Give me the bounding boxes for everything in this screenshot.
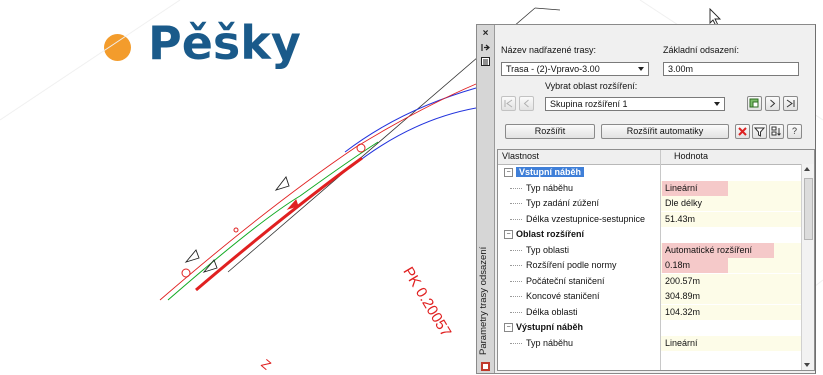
property-value[interactable]: 200.57m bbox=[665, 276, 700, 286]
grid-property-row[interactable]: Typ zadání zúžení Dle délky bbox=[498, 196, 802, 211]
grid-property-row[interactable]: Typ náběhu Lineární bbox=[498, 335, 802, 351]
blue-offset-alignment bbox=[349, 107, 477, 169]
scroll-up-icon[interactable] bbox=[804, 167, 810, 171]
widening-region-dropdown[interactable]: Skupina rozšíření 1 bbox=[545, 97, 725, 111]
scroll-down-icon[interactable] bbox=[804, 363, 810, 367]
green-alignment bbox=[167, 141, 379, 301]
region-settings-button[interactable] bbox=[747, 96, 762, 111]
tree-connector bbox=[510, 280, 522, 282]
property-name: Typ oblasti bbox=[526, 244, 570, 255]
property-value[interactable]: Dle délky bbox=[665, 198, 702, 208]
property-value[interactable]: 104.32m bbox=[665, 307, 700, 317]
tree-connector bbox=[510, 265, 522, 266]
tree-connector bbox=[510, 203, 522, 204]
grid-scrollbar[interactable] bbox=[801, 164, 814, 370]
grip-circle bbox=[181, 268, 191, 278]
palette-app-icon bbox=[480, 361, 491, 372]
property-name: Počáteční staničení bbox=[526, 275, 605, 286]
properties-menu-icon[interactable] bbox=[480, 56, 491, 67]
grid-property-row[interactable]: Typ oblasti Automatické rozšíření bbox=[498, 242, 802, 258]
property-name: Délka vzestupnice-sestupnice bbox=[526, 213, 646, 224]
property-name: Rozšíření podle normy bbox=[526, 260, 617, 270]
palette-content: Název nadřazené trasy: Trasa - (2)-Vprav… bbox=[495, 25, 815, 373]
property-name: Oblast rozšíření bbox=[516, 229, 585, 239]
base-offset-field[interactable]: 3.00m bbox=[663, 62, 799, 76]
filter-icon[interactable] bbox=[752, 124, 767, 139]
help-button[interactable]: ? bbox=[787, 124, 802, 139]
parent-alignment-label: Název nadřazené trasy: bbox=[501, 45, 597, 55]
tree-connector bbox=[510, 218, 522, 220]
direction-arrow bbox=[274, 176, 290, 191]
grip-circle bbox=[356, 143, 366, 153]
scrollbar-thumb[interactable] bbox=[804, 178, 813, 240]
construction-line bbox=[0, 0, 181, 121]
tangent-line-2 bbox=[534, 7, 561, 11]
column-header-value: Hodnota bbox=[674, 151, 709, 161]
collapse-toggle-icon[interactable]: − bbox=[504, 230, 513, 239]
palette-vertical-title: Parametry trasy odsazení bbox=[478, 246, 489, 355]
property-grid: Vlastnost Hodnota − Vstupní náběh Typ nábě… bbox=[497, 149, 815, 371]
close-icon[interactable]: × bbox=[480, 28, 491, 39]
widening-region-label: Vybrat oblast rozšíření: bbox=[545, 81, 638, 91]
property-value[interactable]: 51.43m bbox=[665, 214, 695, 224]
grid-property-row[interactable]: Typ náběhu Lineární bbox=[498, 180, 802, 196]
property-name: Délka oblasti bbox=[526, 306, 578, 317]
property-name: Koncové staničení bbox=[526, 291, 600, 301]
property-value[interactable]: 0.18m bbox=[665, 260, 690, 270]
grip-circle bbox=[233, 227, 239, 233]
widen-button[interactable]: Rozšířit bbox=[505, 124, 595, 139]
grid-property-row[interactable]: Délka vzestupnice-sestupnice 51.43m bbox=[498, 211, 802, 227]
blue-offset-alignment bbox=[344, 87, 477, 153]
property-name: Typ náběhu bbox=[526, 337, 574, 348]
tree-connector bbox=[510, 296, 522, 297]
direction-arrow bbox=[202, 259, 218, 273]
property-name: Typ zadání zúžení bbox=[526, 198, 600, 208]
grid-column-divider bbox=[660, 150, 661, 370]
next-region-button[interactable] bbox=[765, 96, 780, 111]
grid-property-row[interactable]: Rozšíření podle normy 0.18m bbox=[498, 258, 802, 273]
tree-connector bbox=[510, 249, 522, 251]
property-name: Výstupní náběh bbox=[516, 322, 584, 332]
last-region-button[interactable] bbox=[783, 96, 798, 111]
delete-icon[interactable] bbox=[735, 124, 750, 139]
chevron-down-icon bbox=[638, 67, 644, 71]
grid-category-row[interactable]: − Oblast rozšíření bbox=[498, 227, 802, 242]
property-value[interactable]: Lineární bbox=[665, 183, 698, 193]
palette-title-strip[interactable]: × Parametry trasy odsazení bbox=[477, 25, 495, 373]
property-name: Typ náběhu bbox=[526, 182, 574, 193]
property-value[interactable]: Lineární bbox=[665, 338, 698, 348]
autohide-icon[interactable] bbox=[480, 42, 491, 53]
grid-category-row[interactable]: − Výstupní náběh bbox=[498, 320, 802, 335]
grid-property-row[interactable]: Koncové staničení 304.89m bbox=[498, 289, 802, 304]
base-offset-label: Základní odsazení: bbox=[663, 45, 740, 55]
property-name: Vstupní náběh bbox=[516, 167, 585, 177]
grid-category-row[interactable]: − Vstupní náběh bbox=[498, 165, 802, 180]
chevron-down-icon bbox=[714, 102, 720, 106]
tree-connector bbox=[510, 311, 522, 313]
sort-icon[interactable] bbox=[769, 124, 784, 139]
offset-parameters-palette: × Parametry trasy odsazení Název nadřaze… bbox=[476, 24, 816, 374]
grid-header: Vlastnost Hodnota bbox=[498, 150, 814, 165]
direction-arrow bbox=[184, 249, 200, 263]
parent-alignment-value: Trasa - (2)-Vpravo-3.00 bbox=[506, 64, 600, 74]
collapse-toggle-icon[interactable]: − bbox=[504, 168, 513, 177]
tree-connector bbox=[510, 342, 522, 344]
first-region-button[interactable] bbox=[501, 96, 516, 111]
tree-connector bbox=[510, 187, 522, 189]
property-value[interactable]: 304.89m bbox=[665, 291, 700, 301]
grid-property-row[interactable]: Délka oblasti 104.32m bbox=[498, 304, 802, 320]
widen-automatic-button[interactable]: Rozšířit automatiky bbox=[601, 124, 729, 139]
red-widening-edge bbox=[195, 156, 363, 292]
collapse-toggle-icon[interactable]: − bbox=[504, 323, 513, 332]
widening-region-value: Skupina rozšíření 1 bbox=[550, 99, 628, 109]
parent-alignment-dropdown[interactable]: Trasa - (2)-Vpravo-3.00 bbox=[501, 62, 649, 76]
column-header-property: Vlastnost bbox=[502, 151, 540, 161]
grid-property-row[interactable]: Počáteční staničení 200.57m bbox=[498, 273, 802, 289]
property-value[interactable]: Automatické rozšíření bbox=[665, 245, 752, 255]
previous-region-button[interactable] bbox=[519, 96, 534, 111]
